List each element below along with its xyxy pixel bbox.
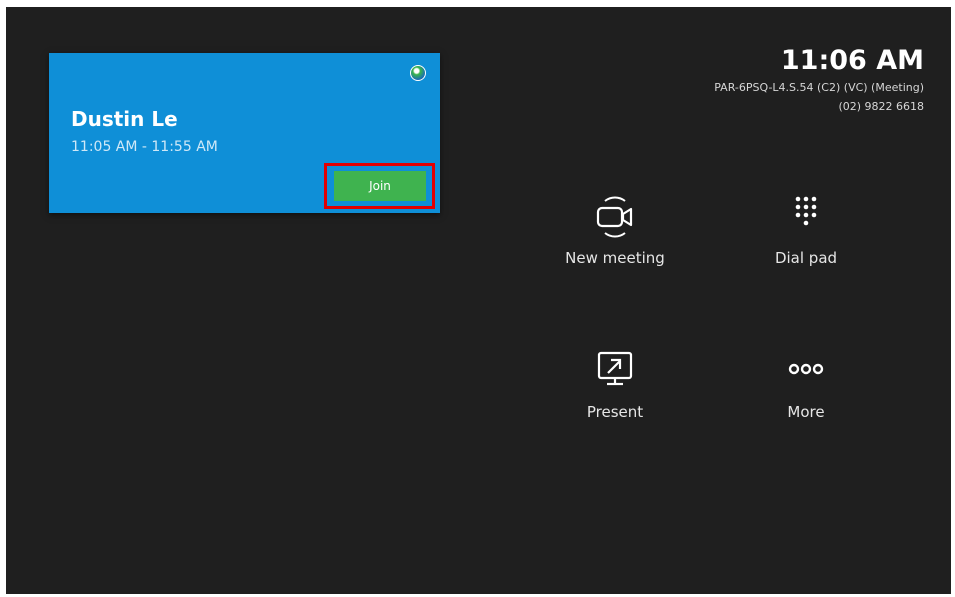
teams-room-home-screen: Dustin Le 11:05 AM - 11:55 AM Join 11:06… <box>6 7 951 594</box>
screen-share-icon <box>597 351 633 386</box>
dial-pad-icon <box>795 196 817 226</box>
new-meeting-button[interactable]: New meeting <box>540 179 690 289</box>
join-button[interactable]: Join <box>334 171 426 201</box>
dial-pad-button[interactable]: Dial pad <box>731 179 881 289</box>
new-meeting-label: New meeting <box>565 249 665 267</box>
teams-status-icon <box>410 65 426 81</box>
room-phone: (02) 9822 6618 <box>838 100 924 113</box>
present-button[interactable]: Present <box>540 335 690 445</box>
more-dots-icon <box>788 363 824 375</box>
more-label: More <box>787 403 825 421</box>
meeting-organizer: Dustin Le <box>71 107 178 131</box>
dial-pad-label: Dial pad <box>774 249 838 267</box>
video-camera-icon <box>596 196 633 238</box>
meeting-card[interactable]: Dustin Le 11:05 AM - 11:55 AM Join <box>49 53 440 213</box>
more-button[interactable]: More <box>731 335 881 445</box>
meeting-time-range: 11:05 AM - 11:55 AM <box>71 139 218 155</box>
present-label: Present <box>586 403 644 421</box>
room-name: PAR-6PSQ-L4.S.54 (C2) (VC) (Meeting) <box>714 81 924 94</box>
clock: 11:06 AM <box>780 45 924 76</box>
